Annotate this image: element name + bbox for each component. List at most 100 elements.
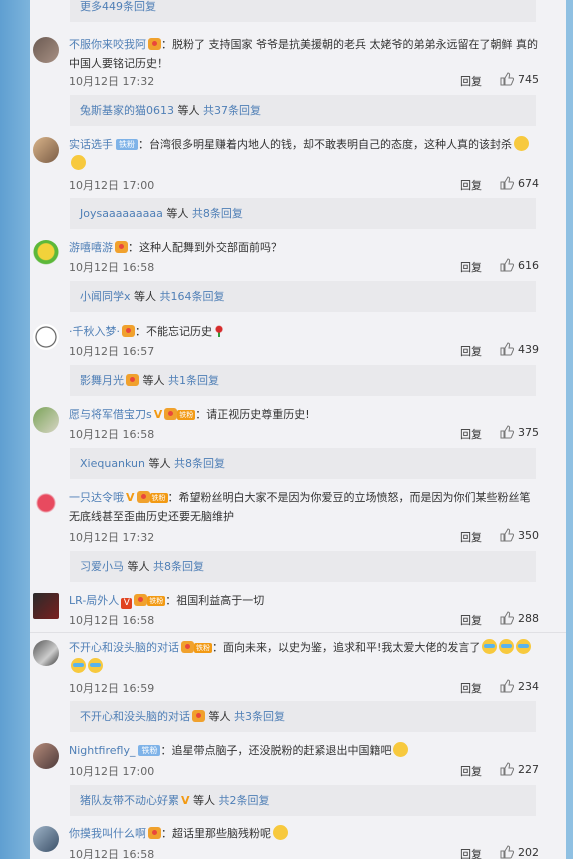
thumb-up-icon	[500, 611, 515, 625]
sub-reply-count[interactable]: 共37条回复	[203, 104, 261, 117]
like-button[interactable]: 227	[500, 762, 539, 776]
avatar[interactable]	[33, 640, 59, 666]
sub-reply-user[interactable]: 小闻同学x	[80, 290, 131, 303]
fan-level-badge: 铁粉	[177, 410, 196, 420]
username[interactable]: 你摸我叫什么啊	[69, 827, 146, 840]
reply-button[interactable]: 回复	[460, 426, 482, 442]
cry-emoji-icon	[482, 639, 498, 654]
username[interactable]: 不服你来咬我阿	[69, 38, 146, 51]
sub-reply-count[interactable]: 共1条回复	[168, 374, 219, 387]
sub-reply-suffix: 等人	[139, 374, 168, 387]
avatar[interactable]	[33, 137, 59, 163]
sub-reply-count[interactable]: 共8条回复	[192, 207, 243, 220]
comment-text-line: 实话选手 铁粉 ：台湾很多明星赚着内地人的钱，却不敢表明自己的态度，这种人真的该封杀	[69, 135, 539, 173]
comment-body: ：这种人配舞到外交部面前吗？	[128, 241, 282, 254]
like-button[interactable]: 350	[500, 528, 539, 542]
like-button[interactable]: 288	[500, 611, 539, 625]
thumb-up-icon	[500, 845, 515, 859]
avatar[interactable]	[33, 490, 59, 516]
like-button[interactable]: 616	[500, 258, 539, 272]
sub-replies-bar[interactable]: Xiequankun 等人 共8条回复	[70, 448, 536, 479]
reply-button[interactable]: 回复	[460, 177, 482, 193]
comment-text-line: 不开心和没头脑的对话 铁粉 ：面向未来，以史为鉴，追求和平!我太爱大佬的发言了	[69, 638, 539, 676]
username[interactable]: 游嘻嘻游	[69, 241, 113, 254]
sub-reply-user[interactable]: 不开心和没头脑的对话	[80, 710, 190, 723]
comment-body: ：祖国利益高于一切	[165, 594, 265, 607]
reply-button[interactable]: 回复	[460, 343, 482, 359]
sub-reply-count[interactable]: 共2条回复	[219, 794, 270, 807]
sub-reply-user[interactable]: Joysaaaaaaaaa	[80, 207, 163, 220]
reply-button[interactable]: 回复	[460, 612, 482, 628]
like-button[interactable]: 202	[500, 845, 539, 859]
avatar[interactable]	[33, 240, 59, 266]
like-button[interactable]: 439	[500, 342, 539, 356]
fan-badge-icon	[164, 408, 178, 420]
like-button[interactable]: 674	[500, 176, 539, 190]
reply-button[interactable]: 回复	[460, 529, 482, 545]
vip-badge: 铁粉	[138, 745, 161, 756]
username[interactable]: 愿与将军借宝刀s	[69, 408, 152, 421]
sub-reply-suffix: 等人	[174, 104, 203, 117]
more-replies-bar[interactable]: 更多449条回复	[70, 0, 536, 22]
timestamp: 10月12日 16:58	[69, 261, 155, 274]
sub-reply-suffix: 等人	[162, 207, 192, 220]
timestamp: 10月12日 16:58	[69, 428, 155, 441]
sub-reply-count[interactable]: 共8条回复	[174, 457, 225, 470]
like-count: 375	[518, 426, 539, 439]
like-button[interactable]: 375	[500, 425, 539, 439]
sub-replies-bar[interactable]: 习爱小马 等人 共8条回复	[70, 551, 536, 582]
username[interactable]: Nightfirefly_	[69, 744, 135, 757]
timestamp: 10月12日 16:59	[69, 682, 155, 695]
sub-reply-user[interactable]: 兔斯基家的猫0613	[80, 104, 174, 117]
avatar[interactable]	[33, 37, 59, 63]
sub-reply-count[interactable]: 共8条回复	[153, 560, 204, 573]
comment-body: ：追星带点脑子，还没脱粉的赶紧退出中国籍吧	[160, 744, 392, 757]
rose-emoji-icon	[214, 325, 224, 337]
comment-text-line: Nightfirefly_ 铁粉 ：追星带点脑子，还没脱粉的赶紧退出中国籍吧	[69, 741, 539, 760]
like-button[interactable]: 745	[500, 72, 539, 86]
username[interactable]: 不开心和没头脑的对话	[69, 641, 179, 654]
sub-reply-suffix: 等人	[145, 457, 175, 470]
sub-replies-bar[interactable]: 猪队友带不动心好累 V 等人 共2条回复	[70, 785, 536, 816]
sub-reply-count[interactable]: 共164条回复	[160, 290, 225, 303]
sub-replies-bar[interactable]: 小闻同学x 等人 共164条回复	[70, 281, 536, 312]
fan-badge-icon	[115, 241, 128, 253]
username[interactable]: LR-局外人	[69, 594, 119, 607]
like-count: 674	[518, 177, 539, 190]
more-replies-link[interactable]: 更多449条回复	[80, 0, 156, 13]
avatar[interactable]	[33, 826, 59, 852]
reply-button[interactable]: 回复	[460, 259, 482, 275]
username[interactable]: ·千秋入梦·	[69, 325, 120, 338]
sub-replies-bar[interactable]: 不开心和没头脑的对话 等人 共3条回复	[70, 701, 536, 732]
username[interactable]: 一只达令哦	[69, 491, 124, 504]
sub-reply-user[interactable]: 影舞月光	[80, 374, 124, 387]
comment-text-line: 不服你来咬我阿 ：脱粉了 支持国家 爷爷是抗美援朝的老兵 太姥爷的弟弟永远留在了朝…	[69, 35, 539, 73]
sub-reply-suffix: 等人	[189, 794, 219, 807]
avatar[interactable]	[33, 324, 59, 350]
verified-v-icon: V	[153, 408, 163, 421]
sub-reply-count[interactable]: 共3条回复	[234, 710, 285, 723]
sub-reply-user[interactable]: Xiequankun	[80, 457, 145, 470]
fan-badge-icon	[122, 325, 135, 337]
sub-replies-bar[interactable]: 兔斯基家的猫0613 等人 共37条回复	[70, 95, 536, 126]
username[interactable]: 实话选手	[69, 138, 113, 151]
sub-replies-bar[interactable]: Joysaaaaaaaaa 等人 共8条回复	[70, 198, 536, 229]
reply-button[interactable]: 回复	[460, 763, 482, 779]
sub-reply-user[interactable]: 习爱小马	[80, 560, 124, 573]
comment-body: ：台湾很多明星赚着内地人的钱，却不敢表明自己的态度，这种人真的该封杀	[138, 138, 512, 151]
avatar[interactable]	[33, 407, 59, 433]
fan-level-badge: 铁粉	[149, 493, 168, 503]
like-count: 288	[518, 612, 539, 625]
reply-button[interactable]: 回复	[460, 680, 482, 696]
sub-reply-user[interactable]: 猪队友带不动心好累	[80, 794, 179, 807]
sub-replies-bar[interactable]: 影舞月光 等人 共1条回复	[70, 365, 536, 396]
avatar[interactable]	[33, 743, 59, 769]
reply-button[interactable]: 回复	[460, 846, 482, 859]
reply-button[interactable]: 回复	[460, 73, 482, 89]
thumb-up-icon	[500, 72, 515, 86]
like-button[interactable]: 234	[500, 679, 539, 693]
vip-badge: 铁粉	[116, 139, 138, 150]
avatar[interactable]	[33, 593, 59, 619]
fan-badge-icon	[148, 827, 161, 839]
timestamp: 10月12日 16:58	[69, 614, 155, 627]
